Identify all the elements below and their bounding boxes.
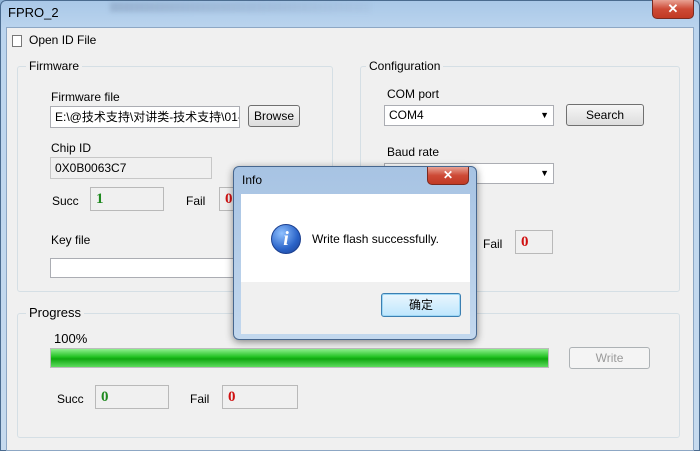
- progress-bar-fill: [51, 349, 548, 367]
- com-port-value: COM4: [389, 108, 424, 122]
- window-title: FPRO_2: [8, 5, 59, 20]
- chip-id-field: 0X0B0063C7: [50, 157, 212, 179]
- dialog-message: Write flash successfully.: [312, 232, 439, 246]
- title-bar[interactable]: FPRO_2 ✕: [0, 0, 700, 26]
- firmware-succ-label: Succ: [52, 194, 79, 208]
- window-close-button[interactable]: ✕: [652, 0, 694, 19]
- configuration-group-label: Configuration: [366, 59, 444, 73]
- progress-fail-count: 0: [222, 385, 298, 409]
- firmware-group-label: Firmware: [26, 59, 82, 73]
- dialog-body: i Write flash successfully.: [241, 194, 470, 282]
- progress-percent: 100%: [54, 331, 88, 346]
- open-id-file-label: Open ID File: [29, 33, 97, 47]
- key-file-label: Key file: [51, 233, 91, 247]
- search-button[interactable]: Search: [566, 104, 644, 126]
- dialog-title: Info: [242, 173, 263, 187]
- progress-succ-count: 0: [95, 385, 169, 409]
- com-port-label: COM port: [387, 87, 440, 101]
- chip-id-label: Chip ID: [51, 141, 92, 155]
- progress-succ-label: Succ: [57, 392, 84, 406]
- browse-button[interactable]: Browse: [248, 105, 300, 127]
- dialog-close-button[interactable]: ✕: [427, 167, 469, 185]
- key-file-field[interactable]: [50, 258, 240, 278]
- baud-rate-label: Baud rate: [387, 145, 440, 159]
- config-fail-label: Fail: [483, 237, 503, 251]
- title-blur: [110, 2, 370, 12]
- progress-fail-label: Fail: [190, 392, 210, 406]
- firmware-succ-count: 1: [90, 187, 164, 211]
- ok-button[interactable]: 确定: [381, 293, 461, 317]
- chevron-down-icon: ▼: [540, 110, 549, 120]
- dialog-footer: 确定: [241, 282, 470, 334]
- config-fail-count: 0: [515, 230, 553, 254]
- firmware-file-label: Firmware file: [51, 90, 120, 104]
- document-icon: [12, 35, 22, 47]
- firmware-file-field[interactable]: E:\@技术支持\对讲类-技术支持\01-水: [50, 106, 240, 128]
- com-port-select[interactable]: COM4 ▼: [384, 105, 554, 126]
- progress-bar: [50, 348, 549, 368]
- progress-group-label: Progress: [26, 305, 85, 320]
- open-id-file-item[interactable]: Open ID File: [12, 33, 132, 49]
- write-button[interactable]: Write: [569, 347, 650, 369]
- info-dialog: Info ✕ i Write flash successfully. 确定: [233, 166, 477, 340]
- info-icon: i: [271, 224, 301, 254]
- firmware-fail-label: Fail: [186, 194, 206, 208]
- chevron-down-icon: ▼: [540, 168, 549, 178]
